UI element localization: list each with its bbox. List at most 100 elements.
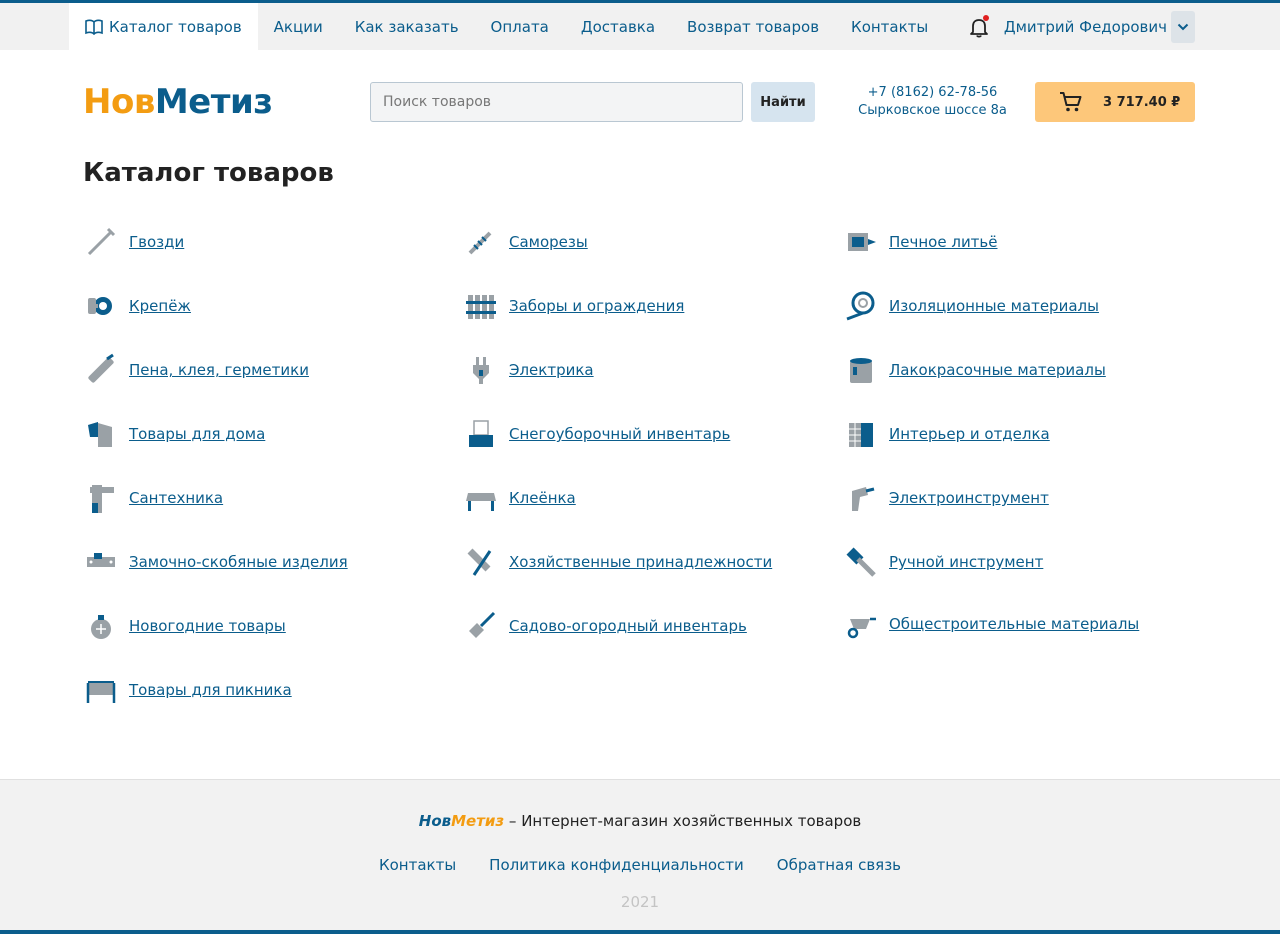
category-item[interactable]: Общестроительные материалы (843, 604, 1139, 644)
footer-tagline-text: – Интернет-магазин хозяйственных товаров (504, 812, 862, 830)
sealant-icon (83, 352, 119, 388)
nav-payment[interactable]: Оплата (475, 3, 565, 50)
user-menu: Дмитрий Федорович (968, 3, 1195, 50)
category-item[interactable]: Садово-огородный инвентарь (463, 606, 747, 646)
category-item[interactable]: Хозяйственные принадлежности (463, 542, 772, 582)
category-item[interactable]: Печное литьё (843, 222, 998, 262)
nav-catalog[interactable]: Каталог товаров (69, 3, 258, 50)
nail-icon (83, 224, 119, 260)
store-phone[interactable]: +7 (8162) 62-78-56 (850, 84, 1015, 102)
category-item[interactable]: Товары для дома (83, 414, 265, 454)
footer-brand-part-2: Метиз (451, 812, 505, 830)
drill-icon (843, 480, 879, 516)
nav-catalog-label: Каталог товаров (109, 17, 242, 36)
cart-icon (1060, 92, 1082, 112)
nav-returns[interactable]: Возврат товаров (671, 3, 835, 50)
fence-icon (463, 288, 499, 324)
category-link[interactable]: Хозяйственные принадлежности (509, 553, 772, 571)
category-link[interactable]: Печное литьё (889, 233, 998, 251)
category-item[interactable]: Сантехника (83, 478, 223, 518)
category-link[interactable]: Лакокрасочные материалы (889, 361, 1106, 379)
footer-brand-part-1: Нов (418, 812, 452, 830)
category-link[interactable]: Клеёнка (509, 489, 576, 507)
footer-link-contacts[interactable]: Контакты (379, 856, 456, 874)
faucet-icon (83, 480, 119, 516)
category-link[interactable]: Ручной инструмент (889, 553, 1043, 571)
category-link[interactable]: Товары для дома (129, 425, 265, 443)
interior-tile-icon (843, 416, 879, 452)
site-footer: НовМетиз – Интернет-магазин хозяйственны… (0, 779, 1280, 934)
notifications-button[interactable] (968, 14, 990, 38)
search-input[interactable] (370, 82, 743, 122)
category-link[interactable]: Саморезы (509, 233, 588, 251)
category-item[interactable]: Ручной инструмент (843, 542, 1043, 582)
store-address: Сырковское шоссе 8а (858, 103, 1007, 118)
category-item[interactable]: Новогодние товары (83, 606, 286, 646)
top-nav: Каталог товаров Акции Как заказать Оплат… (69, 3, 944, 50)
store-contact: +7 (8162) 62-78-56 Сырковское шоссе 8а (850, 84, 1015, 120)
category-item[interactable]: Саморезы (463, 222, 588, 262)
category-item[interactable]: Замочно-скобяные изделия (83, 542, 348, 582)
ornament-icon (83, 608, 119, 644)
search-button[interactable]: Найти (751, 82, 815, 122)
category-link[interactable]: Товары для пикника (129, 681, 292, 699)
book-icon (85, 19, 103, 35)
footer-tagline: НовМетиз – Интернет-магазин хозяйственны… (0, 812, 1280, 830)
cart-button[interactable]: 3 717.40 ₽ (1035, 82, 1195, 122)
garden-shovel-icon (463, 608, 499, 644)
nav-delivery[interactable]: Доставка (565, 3, 671, 50)
snow-shovel-icon (463, 416, 499, 452)
category-link[interactable]: Крепёж (129, 297, 191, 315)
chevron-down-icon (1177, 23, 1189, 30)
category-link[interactable]: Новогодние товары (129, 617, 286, 635)
category-item[interactable]: Клеёнка (463, 478, 576, 518)
paint-can-icon (843, 352, 879, 388)
table-cloth-icon (463, 480, 499, 516)
category-link[interactable]: Замочно-скобяные изделия (129, 553, 348, 571)
category-link[interactable]: Интерьер и отделка (889, 425, 1050, 443)
category-item[interactable]: Снегоуборочный инвентарь (463, 414, 730, 454)
category-link[interactable]: Снегоуборочный инвентарь (509, 425, 730, 443)
page-title: Каталог товаров (83, 158, 334, 188)
nav-how-to-order[interactable]: Как заказать (339, 3, 475, 50)
category-item[interactable]: Электрика (463, 350, 594, 390)
category-link[interactable]: Общестроительные материалы (889, 615, 1139, 633)
user-name[interactable]: Дмитрий Федорович (1004, 18, 1167, 36)
category-link[interactable]: Электроинструмент (889, 489, 1049, 507)
wheelbarrow-icon (843, 606, 879, 642)
category-link[interactable]: Электрика (509, 361, 594, 379)
category-item[interactable]: Заборы и ограждения (463, 286, 684, 326)
category-link[interactable]: Садово-огородный инвентарь (509, 617, 747, 635)
category-item[interactable]: Товары для пикника (83, 670, 292, 710)
category-item[interactable]: Крепёж (83, 286, 191, 326)
category-link[interactable]: Изоляционные материалы (889, 297, 1099, 315)
category-link[interactable]: Сантехника (129, 489, 223, 507)
nav-contacts[interactable]: Контакты (835, 3, 944, 50)
home-goods-icon (83, 416, 119, 452)
plug-icon (463, 352, 499, 388)
category-item[interactable]: Интерьер и отделка (843, 414, 1050, 454)
site-logo[interactable]: НовМетиз (83, 82, 273, 122)
user-menu-toggle[interactable] (1171, 10, 1195, 43)
cart-total: 3 717.40 ₽ (1103, 94, 1181, 110)
broom-icon (463, 544, 499, 580)
footer-links: Контакты Политика конфиденциальности Обр… (0, 856, 1280, 874)
footer-link-privacy[interactable]: Политика конфиденциальности (489, 856, 744, 874)
category-item[interactable]: Пена, клея, герметики (83, 350, 309, 390)
category-link[interactable]: Пена, клея, герметики (129, 361, 309, 379)
category-link[interactable]: Заборы и ограждения (509, 297, 684, 315)
hammer-icon (843, 544, 879, 580)
latch-icon (83, 544, 119, 580)
logo-part-1: Нов (83, 82, 155, 122)
top-nav-bar: Каталог товаров Акции Как заказать Оплат… (0, 0, 1280, 50)
category-link[interactable]: Гвозди (129, 233, 184, 251)
insulation-roll-icon (843, 288, 879, 324)
stove-casting-icon (843, 224, 879, 260)
footer-link-feedback[interactable]: Обратная связь (777, 856, 901, 874)
screw-icon (463, 224, 499, 260)
category-item[interactable]: Изоляционные материалы (843, 286, 1099, 326)
category-item[interactable]: Электроинструмент (843, 478, 1049, 518)
nav-promotions[interactable]: Акции (258, 3, 339, 50)
category-item[interactable]: Лакокрасочные материалы (843, 350, 1106, 390)
category-item[interactable]: Гвозди (83, 222, 184, 262)
